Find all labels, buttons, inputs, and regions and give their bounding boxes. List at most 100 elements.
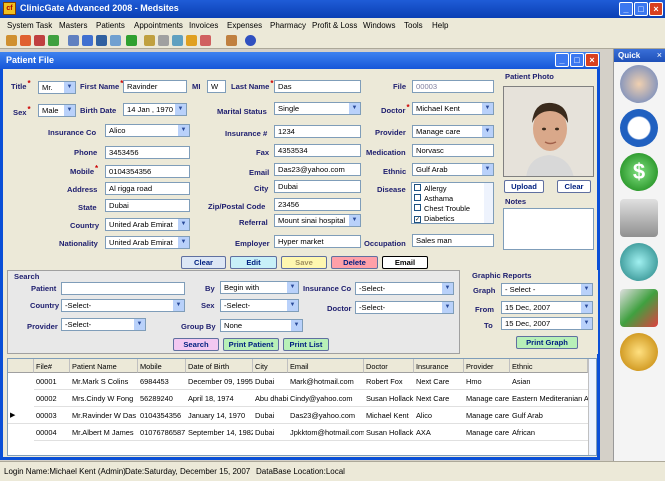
grid-scrollbar[interactable] — [588, 359, 596, 455]
dollar-icon[interactable] — [126, 35, 137, 46]
doctor-icon[interactable] — [620, 65, 658, 103]
close-button[interactable]: × — [649, 2, 663, 16]
quick-close-icon[interactable]: × — [657, 50, 662, 60]
disease-item[interactable]: ✓ Diabetics — [414, 214, 454, 223]
fax-input[interactable]: 4353534 — [274, 144, 361, 157]
col-header-mobile[interactable]: Mobile — [138, 359, 186, 373]
email-button[interactable]: Email — [382, 256, 428, 269]
pf-maximize-button[interactable]: □ — [570, 53, 584, 67]
search-by-select[interactable]: Begin with — [220, 281, 299, 294]
occupation-input[interactable]: Sales man — [412, 234, 494, 247]
bell-icon[interactable] — [620, 333, 658, 371]
calendar-icon[interactable] — [96, 35, 107, 46]
marital-status-select[interactable]: Single — [274, 102, 361, 115]
disease-scrollbar[interactable] — [484, 183, 493, 223]
medication-input[interactable]: Norvasc — [412, 144, 494, 157]
col-header-file[interactable]: File# — [34, 359, 70, 373]
col-header-dob[interactable]: Date of Birth — [186, 359, 253, 373]
birth-date-picker[interactable]: 14 Jan , 1970 — [123, 103, 187, 116]
photo-clear-button[interactable]: Clear — [557, 180, 591, 193]
record-icon[interactable] — [110, 35, 121, 46]
tools-icon[interactable] — [34, 35, 45, 46]
state-input[interactable]: Dubai — [105, 199, 190, 212]
city-input[interactable]: Dubai — [274, 180, 361, 193]
col-header-email[interactable]: Email — [288, 359, 364, 373]
menu-expenses[interactable]: Expenses — [227, 21, 262, 30]
table-row[interactable]: 00001 Mr.Mark S Colins 6984453 December … — [8, 373, 588, 390]
chart-icon[interactable] — [620, 289, 658, 327]
clock-icon[interactable] — [68, 35, 79, 46]
insurance-co-select[interactable]: Alico — [105, 124, 190, 137]
save-button[interactable]: Save — [281, 256, 327, 269]
to-date-picker[interactable]: 15 Dec, 2007 — [501, 317, 593, 330]
sex-select[interactable]: Male — [38, 104, 76, 117]
pharmacy-icon[interactable] — [144, 35, 155, 46]
menu-masters[interactable]: Masters — [59, 21, 87, 30]
pf-minimize-button[interactable]: _ — [555, 53, 569, 67]
first-name-input[interactable]: Ravinder — [123, 80, 187, 93]
title-select[interactable]: Mr. — [38, 81, 76, 94]
pharmacy-quick-icon[interactable] — [620, 243, 658, 281]
search-insurance-select[interactable]: -Select- — [355, 282, 454, 295]
help-icon-2[interactable] — [172, 35, 183, 46]
key-icon[interactable] — [226, 35, 237, 46]
disease-item[interactable]: Allergy — [414, 184, 447, 193]
menu-windows[interactable]: Windows — [363, 21, 395, 30]
from-date-picker[interactable]: 15 Dec, 2007 — [501, 301, 593, 314]
address-input[interactable]: Al rigga road — [105, 182, 190, 195]
settings-icon[interactable] — [158, 35, 169, 46]
print-graph-button[interactable]: Print Graph — [516, 336, 578, 349]
people-icon[interactable] — [82, 35, 93, 46]
menu-appointments[interactable]: Appointments — [134, 21, 183, 30]
search-provider-select[interactable]: -Select- — [61, 318, 146, 331]
menu-patients[interactable]: Patients — [96, 21, 125, 30]
col-header-city[interactable]: City — [253, 359, 288, 373]
last-name-input[interactable]: Das — [274, 80, 361, 93]
search-country-select[interactable]: -Select- — [61, 299, 185, 312]
menu-invoices[interactable]: Invoices — [189, 21, 218, 30]
col-header-insurance[interactable]: Insurance — [414, 359, 464, 373]
phone-input[interactable]: 3453456 — [105, 146, 190, 159]
country-select[interactable]: United Arab Emirat — [105, 218, 190, 231]
col-header-doctor[interactable]: Doctor — [364, 359, 414, 373]
disease-item[interactable]: Chest Trouble — [414, 204, 470, 213]
exit-icon[interactable] — [200, 35, 211, 46]
print-patient-button[interactable]: Print Patient — [223, 338, 279, 351]
graph-select[interactable]: - Select - — [501, 283, 593, 296]
insurance-no-input[interactable]: 1234 — [274, 125, 361, 138]
doctor-select[interactable]: Michael Kent — [412, 102, 494, 115]
search-doctor-select[interactable]: -Select- — [355, 301, 454, 314]
patient-icon[interactable] — [20, 35, 31, 46]
clock-quick-icon[interactable] — [620, 109, 658, 147]
search-patient-input[interactable] — [61, 282, 185, 295]
provider-select[interactable]: Manage care — [412, 125, 494, 138]
col-header-provider[interactable]: Provider — [464, 359, 510, 373]
help-icon[interactable] — [245, 35, 256, 46]
maximize-button[interactable]: □ — [634, 2, 648, 16]
disease-list[interactable]: Allergy Asthama Chest Trouble ✓ Diabetics — [411, 182, 494, 224]
report-icon[interactable] — [186, 35, 197, 46]
search-button[interactable]: Search — [173, 338, 219, 351]
safe-icon[interactable] — [620, 199, 658, 237]
menu-system-task[interactable]: System Task — [7, 21, 52, 30]
zip-input[interactable]: 23456 — [274, 198, 361, 211]
refresh-icon[interactable] — [48, 35, 59, 46]
mobile-input[interactable]: 0104354356 — [105, 165, 190, 178]
employer-input[interactable]: Hyper market — [274, 235, 361, 248]
search-sex-select[interactable]: -Select- — [220, 299, 299, 312]
menu-help[interactable]: Help — [432, 21, 448, 30]
print-list-button[interactable]: Print List — [283, 338, 329, 351]
upload-button[interactable]: Upload — [504, 180, 544, 193]
table-row[interactable]: 00002 Mrs.Cindy W Fong 56289240 April 18… — [8, 390, 588, 407]
referral-select[interactable]: Mount sinai hospital — [274, 214, 361, 227]
col-header-ethnic[interactable]: Ethnic — [510, 359, 588, 373]
table-row[interactable]: 00004 Mr.Albert M James 01076786587 Sept… — [8, 424, 588, 441]
col-header-patient-name[interactable]: Patient Name — [70, 359, 138, 373]
table-row-selected[interactable]: ▶ 00003 Mr.Ravinder W Das 0104354356 Jan… — [8, 407, 588, 424]
email-input[interactable]: Das23@yahoo.com — [274, 163, 361, 176]
ethnic-select[interactable]: Gulf Arab — [412, 163, 494, 176]
new-icon[interactable] — [6, 35, 17, 46]
group-by-select[interactable]: None — [220, 319, 303, 332]
nationality-select[interactable]: United Arab Emirat — [105, 236, 190, 249]
notes-textarea[interactable] — [503, 208, 594, 250]
